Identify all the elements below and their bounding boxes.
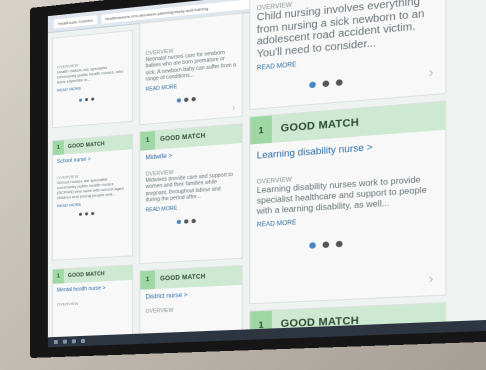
browser-tab[interactable]: Healthcare Careers xyxy=(54,15,97,28)
card-description: School nurses are specialist community p… xyxy=(57,175,128,200)
carousel-dots[interactable] xyxy=(309,71,438,88)
match-rank: 1 xyxy=(53,140,64,155)
match-rank: 1 xyxy=(140,271,155,290)
match-rank: 1 xyxy=(53,269,64,284)
career-card-neonatal-nurse[interactable]: OVERVIEW Neonatal nurses care for newbor… xyxy=(139,13,242,126)
carousel-dot[interactable] xyxy=(91,212,94,215)
carousel-dot[interactable] xyxy=(177,220,181,224)
career-card-health-visitor[interactable]: OVERVIEW Health visitors are specialist … xyxy=(52,30,133,128)
carousel-dot[interactable] xyxy=(323,80,330,87)
carousel-dot[interactable] xyxy=(336,241,343,248)
match-label: GOOD MATCH xyxy=(160,133,205,143)
carousel-dots[interactable] xyxy=(79,95,128,102)
read-more-link[interactable]: READ MORE xyxy=(57,199,128,209)
role-link[interactable]: District nurse > xyxy=(146,290,237,300)
career-card-learning-disability-nurse[interactable]: 1 GOOD MATCH Learning disability nurse >… xyxy=(249,101,446,305)
carousel-dot[interactable] xyxy=(91,97,94,100)
carousel-dots[interactable] xyxy=(177,216,236,224)
screen: Healthcare Careers healthcareers.nhs.uk/… xyxy=(48,0,486,347)
role-link[interactable]: School nurse > xyxy=(57,154,128,165)
chevron-right-icon[interactable]: › xyxy=(232,102,235,113)
match-rank: 1 xyxy=(140,131,155,151)
chevron-right-icon[interactable]: › xyxy=(429,270,434,286)
role-link[interactable]: Mental health nurse > xyxy=(57,284,128,294)
carousel-dot[interactable] xyxy=(85,212,88,215)
carousel-dot[interactable] xyxy=(323,241,330,248)
career-card-school-nurse[interactable]: 1 GOOD MATCH School nurse > OVERVIEW Sch… xyxy=(52,134,133,261)
carousel-dot[interactable] xyxy=(79,98,82,101)
carousel-dot[interactable] xyxy=(309,81,316,88)
carousel-dot[interactable] xyxy=(184,219,188,223)
career-card-child-nurse[interactable]: OVERVIEW Child nursing involves everythi… xyxy=(249,0,446,110)
chevron-right-icon[interactable]: › xyxy=(429,64,434,81)
career-card-midwife[interactable]: 1 GOOD MATCH Midwife > OVERVIEW Midwives… xyxy=(139,123,242,264)
monitor: Healthcare Careers healthcareers.nhs.uk/… xyxy=(30,0,486,358)
carousel-dot[interactable] xyxy=(79,213,82,216)
match-rank: 1 xyxy=(250,116,272,145)
match-label: GOOD MATCH xyxy=(281,117,359,135)
carousel-dot[interactable] xyxy=(85,98,88,101)
career-card-mental-health-nurse[interactable]: 1 GOOD MATCH Mental health nurse > OVERV… xyxy=(52,265,133,340)
match-label: GOOD MATCH xyxy=(68,271,105,279)
card-description: Midwives provide care and support to wom… xyxy=(146,172,237,204)
overview-label: OVERVIEW xyxy=(57,298,128,306)
app-icon[interactable] xyxy=(72,339,76,343)
carousel-dot[interactable] xyxy=(177,98,181,102)
read-more-link[interactable]: READ MORE xyxy=(146,202,237,214)
carousel-dot[interactable] xyxy=(336,79,343,86)
match-label: GOOD MATCH xyxy=(160,274,205,282)
carousel-dot[interactable] xyxy=(184,98,188,102)
start-icon[interactable] xyxy=(54,340,58,344)
role-link[interactable]: Midwife > xyxy=(146,149,237,162)
match-label: GOOD MATCH xyxy=(68,141,105,150)
search-icon[interactable] xyxy=(63,340,67,344)
carousel-dots[interactable] xyxy=(79,210,128,216)
carousel-dots[interactable] xyxy=(309,235,438,249)
app-icon[interactable] xyxy=(81,339,85,343)
carousel-dots[interactable] xyxy=(177,93,236,102)
carousel-dot[interactable] xyxy=(192,97,196,101)
overview-label: OVERVIEW xyxy=(146,305,237,315)
carousel-dot[interactable] xyxy=(309,242,316,249)
carousel-dot[interactable] xyxy=(192,219,196,223)
